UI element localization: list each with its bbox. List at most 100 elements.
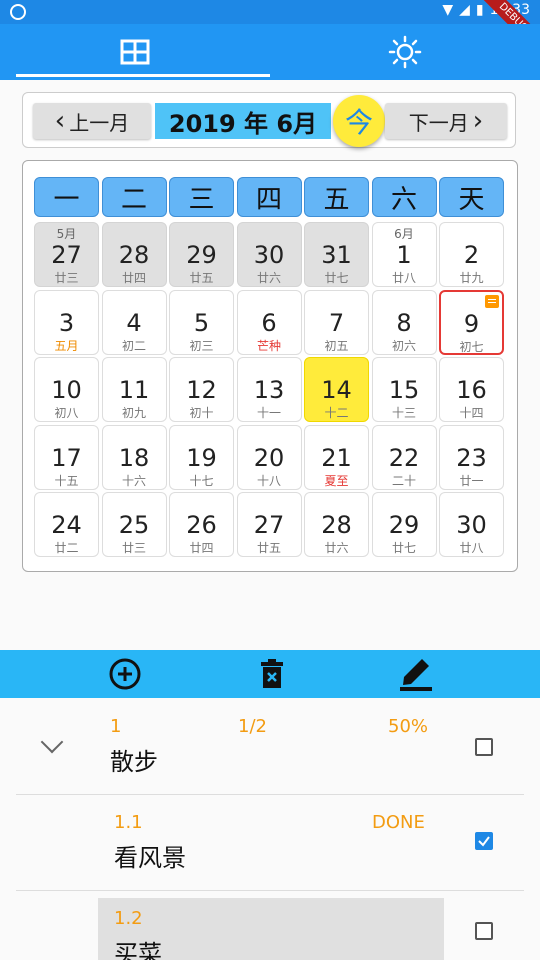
day-number: 14: [321, 376, 352, 404]
tab-weather[interactable]: [270, 24, 540, 80]
calendar-day[interactable]: 12 初十: [169, 357, 234, 422]
calendar-day[interactable]: 28 廿四: [101, 222, 167, 287]
day-number: 20: [253, 443, 285, 472]
status-bar: ▼ ◢ ▮ 12:33 DEBUG: [0, 0, 540, 63]
day-number: 1: [396, 241, 412, 269]
calendar-day[interactable]: 16 十四: [439, 357, 504, 422]
lunar-date: 十四: [459, 406, 484, 420]
day-number: 28: [321, 511, 352, 539]
calendar-day[interactable]: 14 十二: [304, 357, 369, 422]
calendar-day[interactable]: 18 十六: [101, 424, 167, 490]
day-number: 28: [118, 241, 150, 269]
delete-task-button[interactable]: [254, 656, 290, 692]
task-title: 散步: [110, 748, 158, 776]
next-month-button[interactable]: 下一月 ›: [385, 103, 507, 139]
weekday-header: 四: [236, 177, 302, 217]
calendar-day[interactable]: 9 初七: [439, 289, 504, 355]
lunar-date: 初八: [54, 406, 79, 420]
day-number: 27: [51, 241, 82, 269]
chevron-down-icon[interactable]: [40, 730, 64, 754]
lunar-date: 初五: [324, 338, 349, 353]
calendar-day[interactable]: 3 五月: [34, 289, 99, 355]
lunar-date: 初三: [189, 338, 214, 353]
lunar-date: 廿二: [54, 541, 79, 555]
calendar-day[interactable]: 10 初八: [34, 357, 99, 422]
calendar-day[interactable]: 15 十三: [371, 357, 437, 422]
prev-month-button[interactable]: ‹ 上一月: [33, 103, 151, 139]
day-number: 24: [51, 511, 82, 539]
tab-bar: [0, 24, 540, 80]
lunar-date: 廿四: [189, 541, 214, 555]
day-number: 30: [253, 241, 285, 269]
calendar-day[interactable]: 29 廿七: [371, 492, 437, 557]
lunar-date: 十二: [324, 406, 349, 420]
edit-task-button[interactable]: [398, 656, 434, 692]
calendar-day[interactable]: 17 十五: [34, 424, 99, 490]
task-id: 1.1: [114, 812, 143, 833]
calendar-day[interactable]: 30 廿六: [236, 222, 302, 287]
calendar-day[interactable]: 11 初九: [101, 357, 167, 422]
calendar-day[interactable]: 5 初三: [169, 289, 234, 355]
tab-calendar[interactable]: [0, 24, 270, 80]
lunar-date: 五月: [54, 338, 79, 353]
day-number: 2: [463, 241, 480, 269]
calendar-day[interactable]: 6 芒种: [236, 289, 302, 355]
calendar-day[interactable]: 23 廿一: [439, 424, 504, 490]
calendar-day[interactable]: 26 廿四: [169, 492, 234, 557]
calendar-day[interactable]: 29 廿五: [169, 222, 234, 287]
task-item[interactable]: 1 散步 1/2 50%: [0, 698, 540, 794]
today-button[interactable]: 今: [333, 95, 385, 147]
task-checkbox[interactable]: [475, 738, 493, 756]
calendar-day[interactable]: 8 初六: [371, 289, 437, 355]
battery-icon: ▮: [475, 2, 484, 18]
day-number: 21: [321, 443, 352, 472]
calendar-day[interactable]: 2 廿九: [439, 222, 504, 287]
chevron-right-icon: ›: [472, 106, 484, 136]
calendar-day[interactable]: 27 廿五: [236, 492, 302, 557]
prev-month-label: 上一月: [69, 110, 130, 135]
lunar-date: 十八: [256, 473, 281, 488]
tab-indicator: [16, 74, 270, 77]
calendar-day[interactable]: 31 廿七: [304, 222, 369, 287]
lunar-date: 十六: [121, 473, 146, 488]
lunar-date: 廿五: [189, 271, 214, 285]
day-number: 17: [51, 443, 82, 472]
task-checkbox[interactable]: [475, 832, 493, 850]
calendar-day[interactable]: 19 十七: [169, 424, 234, 490]
lunar-date: 初九: [121, 406, 146, 420]
note-icon: [485, 294, 499, 308]
day-number: 9: [463, 309, 480, 338]
add-circle-icon: [109, 658, 141, 690]
calendar-day[interactable]: 24 廿二: [34, 492, 99, 557]
calendar-day[interactable]: 5月 27 廿三: [34, 222, 99, 287]
calendar-day[interactable]: 22 二十: [371, 424, 437, 490]
lunar-date: 芒种: [256, 338, 281, 353]
calendar-day[interactable]: 25 廿三: [101, 492, 167, 557]
calendar-day[interactable]: 30 廿八: [439, 492, 504, 557]
edit-icon: [400, 659, 432, 691]
weekday-header: 三: [169, 177, 234, 217]
calendar-day[interactable]: 13 十一: [236, 357, 302, 422]
calendar-day[interactable]: 6月 1 廿八: [371, 222, 437, 287]
day-number: 27: [253, 511, 285, 539]
weekday-header: 二: [101, 177, 167, 217]
day-number: 26: [186, 511, 217, 539]
calendar-day[interactable]: 7 初五: [304, 289, 369, 355]
task-checkbox[interactable]: [475, 922, 493, 940]
day-number: 30: [456, 511, 487, 539]
task-status: 50%: [388, 716, 429, 737]
calendar-day[interactable]: 21 夏至: [304, 424, 369, 490]
lunar-date: 初十: [189, 406, 214, 420]
calendar-day[interactable]: 28 廿六: [304, 492, 369, 557]
lunar-date: 廿三: [54, 271, 79, 285]
task-id: 1.2: [114, 908, 143, 929]
task-item[interactable]: 1.1 看风景 DONE: [0, 794, 540, 890]
app-status-icon: [10, 4, 26, 20]
lunar-date: 廿六: [256, 271, 281, 285]
lunar-date: 夏至: [324, 473, 349, 488]
task-item[interactable]: 1.2 买菜: [0, 890, 540, 960]
add-task-button[interactable]: [107, 656, 143, 692]
day-number: 16: [456, 376, 487, 404]
calendar-day[interactable]: 20 十八: [236, 424, 302, 490]
calendar-day[interactable]: 4 初二: [101, 289, 167, 355]
